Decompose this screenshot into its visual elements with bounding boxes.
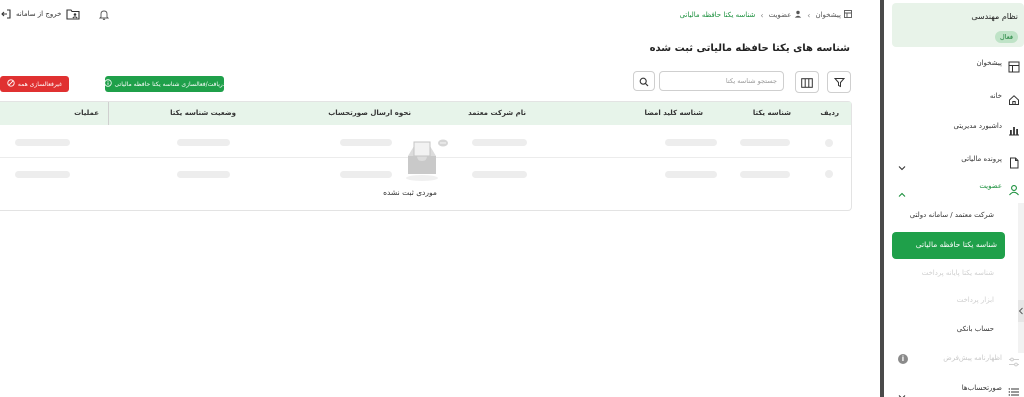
chart-icon (1008, 121, 1020, 140)
logout-icon (0, 8, 12, 20)
skeleton-cell (15, 171, 70, 178)
sidebar-item-label: پیشخوان (976, 59, 1002, 67)
sidebar-item-label: اظهارنامه پیش‌فرض (943, 354, 1002, 362)
column-header-actions: عملیات (74, 109, 99, 117)
organization-name: نظام مهندسی (971, 12, 1018, 21)
sidebar-item-home[interactable]: خانه (884, 88, 1024, 108)
breadcrumb-current: شناسه یکتا حافظه مالیاتی (679, 11, 756, 19)
chevron-down-icon (898, 385, 906, 397)
submenu-label: ابزار پرداخت (956, 296, 994, 304)
breadcrumb-membership[interactable]: عضویت (769, 10, 803, 20)
empty-inbox-icon (404, 138, 448, 186)
user-icon (794, 10, 802, 20)
search-input[interactable] (659, 71, 784, 91)
block-icon (7, 79, 15, 89)
skeleton-cell (740, 139, 790, 146)
submenu-rail (1018, 203, 1024, 353)
column-divider (108, 102, 109, 125)
info-icon[interactable]: i (898, 354, 908, 364)
breadcrumb-dashboard-label: پیشخوان (815, 11, 841, 19)
chevron-up-icon (898, 183, 906, 202)
fetch-activate-label: دریافت/فعالسازی شناسه یکتا حافظه مالیاتی (114, 80, 226, 88)
breadcrumb-membership-label: عضویت (768, 11, 792, 19)
deactivate-all-label: غیرفعالسازی همه (17, 80, 63, 88)
folder-button[interactable] (66, 8, 80, 20)
filter-button[interactable] (827, 71, 851, 93)
skeleton-cell (340, 139, 392, 146)
top-bar: خروج از سامانه پیشخوان › عضویت › شناسه ی… (0, 0, 866, 30)
chevron-left-icon: › (760, 10, 764, 20)
column-header-invoice-method: نحوه ارسال صورتحساب (328, 109, 411, 117)
skeleton-cell (15, 139, 70, 146)
columns-button[interactable] (795, 71, 819, 93)
info-icon (103, 79, 112, 89)
submenu-trusted-company[interactable]: شرکت معتمد / سامانه دولتی (892, 207, 1024, 225)
skeleton-cell (177, 171, 230, 178)
sliders-icon (1008, 353, 1020, 372)
filter-icon (833, 73, 845, 92)
sidebar: نظام مهندسی فعال پیشخوان خانه داشبورد مد… (884, 0, 1024, 397)
skeleton-cell (340, 171, 392, 178)
skeleton-cell (825, 139, 833, 147)
status-badge: فعال (995, 31, 1018, 43)
column-header-trusted-company: نام شرکت معتمد (468, 109, 526, 117)
chevron-left-icon: › (807, 10, 811, 20)
submenu-label: حساب بانکی (956, 325, 994, 333)
skeleton-cell (665, 139, 717, 146)
file-icon (1008, 154, 1020, 173)
logout-button[interactable]: خروج از سامانه (0, 8, 61, 20)
sidebar-item-tax-file[interactable]: پرونده مالیاتی (884, 151, 1024, 171)
chevron-down-icon (898, 156, 906, 175)
organization-card[interactable]: نظام مهندسی فعال (892, 3, 1024, 47)
empty-state-text: موردی ثبت نشده (383, 188, 437, 197)
skeleton-cell (825, 170, 833, 178)
dashboard-icon (844, 10, 852, 20)
sidebar-item-membership[interactable]: عضویت (884, 178, 1024, 198)
sidebar-item-label: صورتحساب‌ها (961, 384, 1002, 392)
sidebar-item-label: پرونده مالیاتی (961, 155, 1002, 163)
bell-icon (99, 9, 109, 20)
notifications-button[interactable] (99, 9, 109, 20)
column-header-signature-key: شناسه کلید امضا (644, 109, 703, 117)
submenu-payment-terminal-id[interactable]: شناسه یکتا پایانه پرداخت (892, 265, 1024, 283)
dashboard-icon (1008, 58, 1020, 77)
deactivate-all-button[interactable]: غیرفعالسازی همه (0, 76, 69, 92)
main-content: خروج از سامانه پیشخوان › عضویت › شناسه ی… (0, 0, 866, 397)
search-button[interactable] (633, 71, 655, 91)
breadcrumb-dashboard[interactable]: پیشخوان (815, 10, 852, 20)
skeleton-cell (177, 139, 230, 146)
user-icon (1008, 181, 1020, 200)
page-title: شناسه های یکتا حافظه مالیاتی ثبت شده (649, 43, 850, 54)
column-header-row: ردیف (820, 109, 839, 117)
logout-label: خروج از سامانه (16, 10, 62, 18)
sidebar-item-invoices[interactable]: صورتحساب‌ها (884, 380, 1024, 397)
column-header-unique-id-status: وضعیت شناسه یکتا (170, 109, 236, 117)
table-header: ردیف شناسه یکتا شناسه کلید امضا نام شرکت… (0, 102, 851, 125)
submenu-label: شرکت معتمد / سامانه دولتی (909, 211, 994, 219)
sidebar-item-management-dashboard[interactable]: داشبورد مدیریتی (884, 118, 1024, 138)
submenu-label: شناسه یکتا حافظه مالیاتی (915, 240, 997, 249)
column-header-unique-id: شناسه یکتا (752, 109, 791, 117)
list-icon (1008, 383, 1020, 397)
skeleton-cell (740, 171, 790, 178)
sidebar-item-label: داشبورد مدیریتی (953, 122, 1002, 130)
collapse-handle[interactable] (1018, 300, 1024, 322)
search-icon (639, 72, 649, 91)
data-table: ردیف شناسه یکتا شناسه کلید امضا نام شرکت… (0, 101, 852, 211)
submenu-fiscal-memory-id[interactable]: شناسه یکتا حافظه مالیاتی (892, 232, 1005, 259)
breadcrumb: پیشخوان › عضویت › شناسه یکتا حافظه مالیا… (680, 10, 852, 20)
folder-user-icon (66, 8, 80, 20)
submenu-label: شناسه یکتا پایانه پرداخت (921, 269, 994, 277)
submenu-bank-account[interactable]: حساب بانکی (892, 321, 1024, 339)
columns-icon (801, 73, 813, 92)
home-icon (1008, 91, 1020, 110)
sidebar-item-label: عضویت (979, 182, 1002, 190)
sidebar-item-dashboard[interactable]: پیشخوان (884, 55, 1024, 75)
sidebar-item-label: خانه (989, 92, 1002, 100)
skeleton-cell (472, 171, 527, 178)
skeleton-cell (665, 171, 717, 178)
skeleton-cell (472, 139, 527, 146)
submenu-payment-tools[interactable]: ابزار پرداخت (892, 292, 1024, 310)
fetch-activate-button[interactable]: دریافت/فعالسازی شناسه یکتا حافظه مالیاتی (103, 76, 226, 92)
